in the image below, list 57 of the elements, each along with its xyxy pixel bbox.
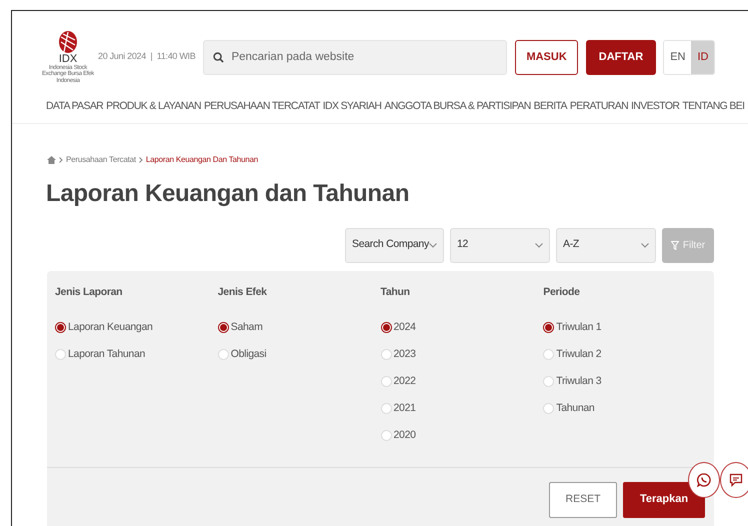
group-heading: Jenis Laporan xyxy=(55,284,124,300)
nav-link[interactable]: IDX SYARIAH xyxy=(322,99,382,115)
radio-label[interactable]: Triwulan 2 xyxy=(556,346,602,363)
radio-label[interactable]: Triwulan 3 xyxy=(556,374,602,390)
filter-icon xyxy=(670,240,679,250)
radio-label[interactable]: Obligasi xyxy=(230,346,266,363)
apply-button[interactable]: Terapkan xyxy=(623,482,705,518)
whatsapp-icon xyxy=(697,473,711,487)
register-button[interactable]: DAFTAR xyxy=(586,40,656,74)
nav-link[interactable]: PRODUK & LAYANAN xyxy=(106,99,201,115)
nav-link[interactable]: BERITA xyxy=(534,99,567,115)
search-icon xyxy=(213,52,224,62)
radio-label[interactable]: Laporan Tahunan xyxy=(68,346,146,363)
radio-label[interactable]: Laporan Keuangan xyxy=(68,320,153,336)
login-button[interactable]: MASUK xyxy=(515,40,578,74)
breadcrumb-link[interactable]: Laporan Keuangan Dan Tahunan xyxy=(146,154,258,166)
radio-label[interactable]: Tahunan xyxy=(556,400,594,417)
nav-link[interactable]: PERATURAN xyxy=(570,99,628,115)
chevron-down-icon xyxy=(641,242,649,248)
chat-button[interactable] xyxy=(720,462,748,498)
radio-label[interactable]: 2023 xyxy=(394,346,416,363)
home-icon[interactable] xyxy=(47,156,56,164)
radio-label[interactable]: Triwulan 1 xyxy=(556,320,602,336)
select-field[interactable]: A-Z xyxy=(556,228,656,263)
nav-link[interactable]: PERUSAHAAN TERCATAT xyxy=(204,99,320,115)
chevron-icon xyxy=(59,156,63,163)
search-field[interactable]: Pencarian pada website xyxy=(203,40,508,74)
radio-label[interactable]: 2020 xyxy=(394,428,416,444)
language-tab[interactable]: ID xyxy=(691,40,714,74)
group-heading: Tahun xyxy=(380,284,411,300)
nav-link[interactable]: TENTANG BEI xyxy=(682,99,744,115)
date-time: 20 Juni 2024 | 11:40 WIB xyxy=(98,50,196,64)
group-heading: Periode xyxy=(543,284,581,300)
logo-icon xyxy=(58,30,78,54)
nav-link[interactable]: ANGGOTA BURSA & PARTISIPAN xyxy=(384,99,531,115)
nav-link[interactable]: DATA PASAR xyxy=(46,99,104,115)
radio-button[interactable] xyxy=(218,322,229,334)
chevron-icon xyxy=(138,156,143,163)
reset-button[interactable]: RESET xyxy=(549,482,617,518)
radio-button[interactable] xyxy=(543,322,554,334)
logo-text: IDX xyxy=(58,54,78,66)
radio-button[interactable] xyxy=(380,322,392,334)
chevron-down-icon xyxy=(429,242,437,248)
select-field[interactable]: 12 xyxy=(450,228,550,263)
radio-label[interactable]: 2022 xyxy=(394,374,416,390)
radio-button[interactable] xyxy=(55,322,66,334)
chevron-down-icon xyxy=(535,242,543,248)
radio-label[interactable]: 2024 xyxy=(394,320,416,336)
language-tab[interactable]: EN xyxy=(664,40,692,74)
nav-link[interactable]: INVESTOR xyxy=(631,99,680,115)
radio-label[interactable]: 2021 xyxy=(394,400,416,417)
breadcrumb-link[interactable]: Perusahaan Tercatat xyxy=(66,154,136,166)
group-heading: Jenis Efek xyxy=(218,284,268,300)
select-field[interactable]: Search Company xyxy=(345,228,444,263)
chat-icon xyxy=(729,473,743,487)
page-title: Laporan Keuangan dan Tahunan xyxy=(45,178,410,209)
radio-label[interactable]: Saham xyxy=(230,320,263,336)
